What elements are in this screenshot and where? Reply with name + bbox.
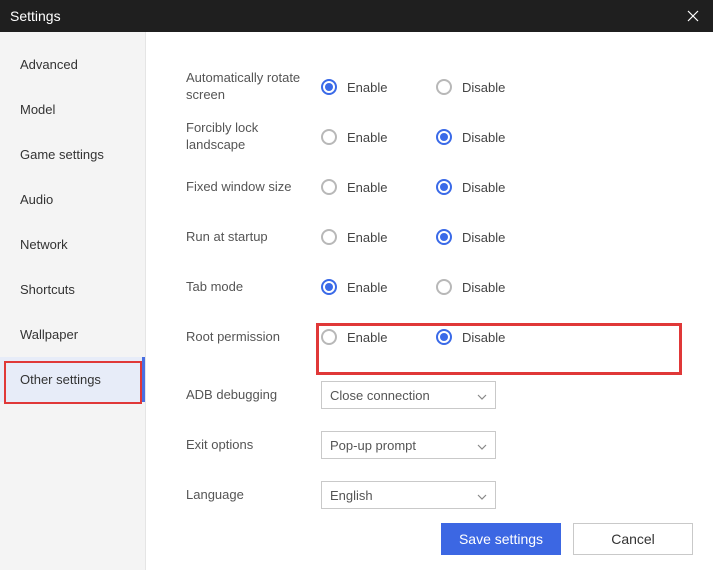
sidebar-item-shortcuts[interactable]: Shortcuts — [0, 267, 145, 312]
setting-label: Run at startup — [186, 229, 321, 246]
setting-label: Forcibly lock landscape — [186, 120, 321, 154]
radio-group: Enable Disable — [321, 79, 551, 95]
root-permission-row: Root permission Enable Disable — [186, 312, 693, 362]
radio-group: Enable Disable — [321, 279, 551, 295]
chevron-down-icon — [477, 488, 487, 503]
radio-icon — [436, 229, 452, 245]
cancel-button[interactable]: Cancel — [573, 523, 693, 555]
button-label: Save settings — [459, 531, 543, 547]
radio-icon — [436, 129, 452, 145]
radio-label: Enable — [347, 180, 387, 195]
radio-icon — [321, 179, 337, 195]
sidebar: Advanced Model Game settings Audio Netwo… — [0, 32, 146, 570]
tab-mode-disable-radio[interactable]: Disable — [436, 279, 551, 295]
radio-label: Enable — [347, 280, 387, 295]
radio-icon — [436, 329, 452, 345]
radio-label: Disable — [462, 230, 505, 245]
sidebar-item-label: Model — [20, 102, 55, 117]
radio-label: Enable — [347, 130, 387, 145]
setting-label: Exit options — [186, 437, 321, 454]
radio-label: Disable — [462, 330, 505, 345]
sidebar-item-label: Network — [20, 237, 68, 252]
button-label: Cancel — [611, 531, 655, 547]
setting-label: Root permission — [186, 329, 321, 346]
radio-label: Enable — [347, 80, 387, 95]
setting-label: Tab mode — [186, 279, 321, 296]
forcibly-lock-landscape-disable-radio[interactable]: Disable — [436, 129, 551, 145]
chevron-down-icon — [477, 438, 487, 453]
forcibly-lock-landscape-row: Forcibly lock landscape Enable Disable — [186, 112, 693, 162]
window-title: Settings — [10, 8, 61, 24]
radio-label: Enable — [347, 330, 387, 345]
adb-debugging-row: ADB debugging Close connection — [186, 370, 693, 420]
radio-icon — [436, 279, 452, 295]
sidebar-item-label: Wallpaper — [20, 327, 78, 342]
radio-icon — [321, 329, 337, 345]
exit-options-row: Exit options Pop-up prompt — [186, 420, 693, 470]
radio-label: Disable — [462, 130, 505, 145]
fixed-window-size-row: Fixed window size Enable Disable — [186, 162, 693, 212]
sidebar-item-label: Audio — [20, 192, 53, 207]
sidebar-item-game-settings[interactable]: Game settings — [0, 132, 145, 177]
language-select[interactable]: English — [321, 481, 496, 509]
automatically-rotate-screen-disable-radio[interactable]: Disable — [436, 79, 551, 95]
save-settings-button[interactable]: Save settings — [441, 523, 561, 555]
close-button[interactable] — [683, 6, 703, 26]
run-at-startup-enable-radio[interactable]: Enable — [321, 229, 436, 245]
sidebar-item-label: Other settings — [20, 372, 101, 387]
radio-icon — [436, 179, 452, 195]
radio-group: Enable Disable — [321, 179, 551, 195]
close-icon — [687, 10, 699, 22]
sidebar-item-label: Shortcuts — [20, 282, 75, 297]
language-row: Language English — [186, 470, 693, 520]
run-at-startup-disable-radio[interactable]: Disable — [436, 229, 551, 245]
radio-icon — [321, 129, 337, 145]
tab-mode-row: Tab mode Enable Disable — [186, 262, 693, 312]
setting-label: ADB debugging — [186, 387, 321, 404]
adb-debugging-select[interactable]: Close connection — [321, 381, 496, 409]
setting-label: Automatically rotate screen — [186, 70, 321, 104]
radio-label: Disable — [462, 80, 505, 95]
titlebar: Settings — [0, 0, 713, 32]
radio-icon — [321, 79, 337, 95]
sidebar-item-advanced[interactable]: Advanced — [0, 42, 145, 87]
footer: Save settings Cancel — [441, 523, 693, 555]
automatically-rotate-screen-enable-radio[interactable]: Enable — [321, 79, 436, 95]
run-at-startup-row: Run at startup Enable Disable — [186, 212, 693, 262]
fixed-window-size-disable-radio[interactable]: Disable — [436, 179, 551, 195]
root-permission-disable-radio[interactable]: Disable — [436, 329, 551, 345]
sidebar-item-network[interactable]: Network — [0, 222, 145, 267]
radio-label: Enable — [347, 230, 387, 245]
radio-group: Enable Disable — [321, 229, 551, 245]
root-permission-enable-radio[interactable]: Enable — [321, 329, 436, 345]
exit-options-select[interactable]: Pop-up prompt — [321, 431, 496, 459]
sidebar-item-other-settings[interactable]: Other settings — [0, 357, 145, 402]
radio-group: Enable Disable — [321, 129, 551, 145]
setting-label: Language — [186, 487, 321, 504]
select-value: Close connection — [330, 388, 430, 403]
fixed-window-size-enable-radio[interactable]: Enable — [321, 179, 436, 195]
radio-icon — [321, 229, 337, 245]
sidebar-item-label: Game settings — [20, 147, 104, 162]
sidebar-item-wallpaper[interactable]: Wallpaper — [0, 312, 145, 357]
tab-mode-enable-radio[interactable]: Enable — [321, 279, 436, 295]
setting-label: Fixed window size — [186, 179, 321, 196]
forcibly-lock-landscape-enable-radio[interactable]: Enable — [321, 129, 436, 145]
chevron-down-icon — [477, 388, 487, 403]
sidebar-item-model[interactable]: Model — [0, 87, 145, 132]
select-value: English — [330, 488, 373, 503]
select-value: Pop-up prompt — [330, 438, 416, 453]
radio-label: Disable — [462, 280, 505, 295]
radio-icon — [436, 79, 452, 95]
automatically-rotate-screen-row: Automatically rotate screen Enable Disable — [186, 62, 693, 112]
sidebar-item-label: Advanced — [20, 57, 78, 72]
radio-label: Disable — [462, 180, 505, 195]
content-pane: Automatically rotate screen Enable Disable… — [146, 32, 713, 570]
radio-group: Enable Disable — [321, 329, 551, 345]
sidebar-item-audio[interactable]: Audio — [0, 177, 145, 222]
radio-icon — [321, 279, 337, 295]
